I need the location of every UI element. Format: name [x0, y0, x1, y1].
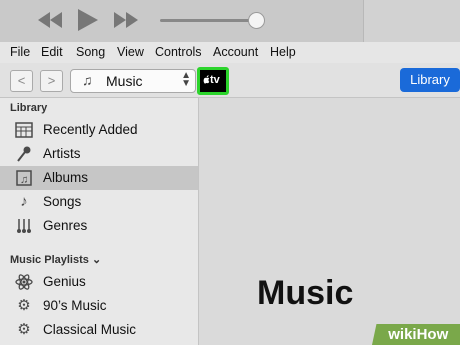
sidebar-item-label: Classical Music: [43, 322, 137, 337]
music-note-icon: ♫: [82, 72, 93, 88]
atom-icon: [15, 274, 33, 290]
menu-edit[interactable]: Edit: [41, 45, 63, 59]
guitar-icon: [15, 218, 33, 234]
toolbar: < > ♫ Music ▲ ▼ tv Library: [0, 63, 460, 98]
sidebar-item-artists[interactable]: Artists: [0, 142, 198, 166]
sidebar-item-recently-added[interactable]: Recently Added: [0, 118, 198, 142]
sidebar-item-label: Artists: [43, 146, 81, 161]
sidebar-item-90s-music[interactable]: ⚙ 90’s Music: [0, 294, 198, 318]
media-type-selector[interactable]: ♫ Music ▲ ▼: [70, 69, 196, 93]
main-content: Music: [199, 98, 460, 345]
sidebar-item-label: Genres: [43, 218, 88, 233]
menu-help[interactable]: Help: [270, 45, 296, 59]
gear-icon: ⚙: [17, 321, 31, 338]
menu-song[interactable]: Song: [76, 45, 105, 59]
chevron-down-icon: ⌄: [91, 254, 102, 266]
apple-tv-logo: tv: [203, 74, 220, 86]
music-playlists-label: Music Playlists: [10, 254, 89, 266]
calendar-grid-icon: [15, 122, 33, 138]
menu-bar: File Edit Song View Controls Account Hel…: [0, 42, 460, 63]
svg-text:♫: ♫: [20, 174, 28, 186]
volume-slider-track[interactable]: [160, 19, 256, 22]
volume-slider-handle[interactable]: [248, 12, 265, 29]
sidebar: Library Recently Added Artists ♫ Albums …: [0, 98, 199, 345]
sidebar-item-label: Songs: [43, 194, 82, 209]
sidebar-item-label: Recently Added: [43, 122, 138, 137]
album-icon: ♫: [15, 170, 33, 186]
sidebar-item-albums[interactable]: ♫ Albums: [0, 166, 198, 190]
apple-icon: [203, 75, 210, 84]
sidebar-item-label: 90’s Music: [43, 298, 107, 313]
fast-forward-icon[interactable]: [112, 9, 140, 31]
menu-controls[interactable]: Controls: [155, 45, 202, 59]
status-display: [363, 0, 460, 42]
microphone-icon: [15, 146, 33, 162]
tv-label: tv: [210, 74, 220, 86]
sidebar-item-genres[interactable]: Genres: [0, 214, 198, 238]
back-button[interactable]: <: [10, 70, 33, 92]
sidebar-item-classical-music[interactable]: ⚙ Classical Music: [0, 318, 198, 342]
wikihow-watermark: wikiHow: [372, 324, 460, 345]
sidebar-item-songs[interactable]: ♪ Songs: [0, 190, 198, 214]
menu-file[interactable]: File: [10, 45, 30, 59]
library-button[interactable]: Library: [400, 68, 460, 92]
menu-account[interactable]: Account: [213, 45, 258, 59]
library-section-header: Library: [10, 102, 48, 114]
playback-bar: [0, 0, 460, 42]
menu-view[interactable]: View: [117, 45, 144, 59]
apple-tv-button[interactable]: tv: [197, 67, 229, 95]
sidebar-item-label: Genius: [43, 274, 86, 289]
rewind-icon[interactable]: [36, 9, 64, 31]
music-note-icon: ♪: [20, 193, 28, 210]
gear-icon: ⚙: [17, 297, 31, 314]
page-title: Music: [257, 274, 354, 312]
music-playlists-header[interactable]: Music Playlists ⌄: [10, 253, 101, 266]
sidebar-item-label: Albums: [43, 170, 89, 185]
up-down-chevron-icon: ▲ ▼: [181, 70, 191, 89]
forward-button[interactable]: >: [40, 70, 63, 92]
play-icon[interactable]: [76, 7, 100, 33]
sidebar-item-genius[interactable]: Genius: [0, 270, 198, 294]
media-type-label: Music: [106, 73, 143, 89]
